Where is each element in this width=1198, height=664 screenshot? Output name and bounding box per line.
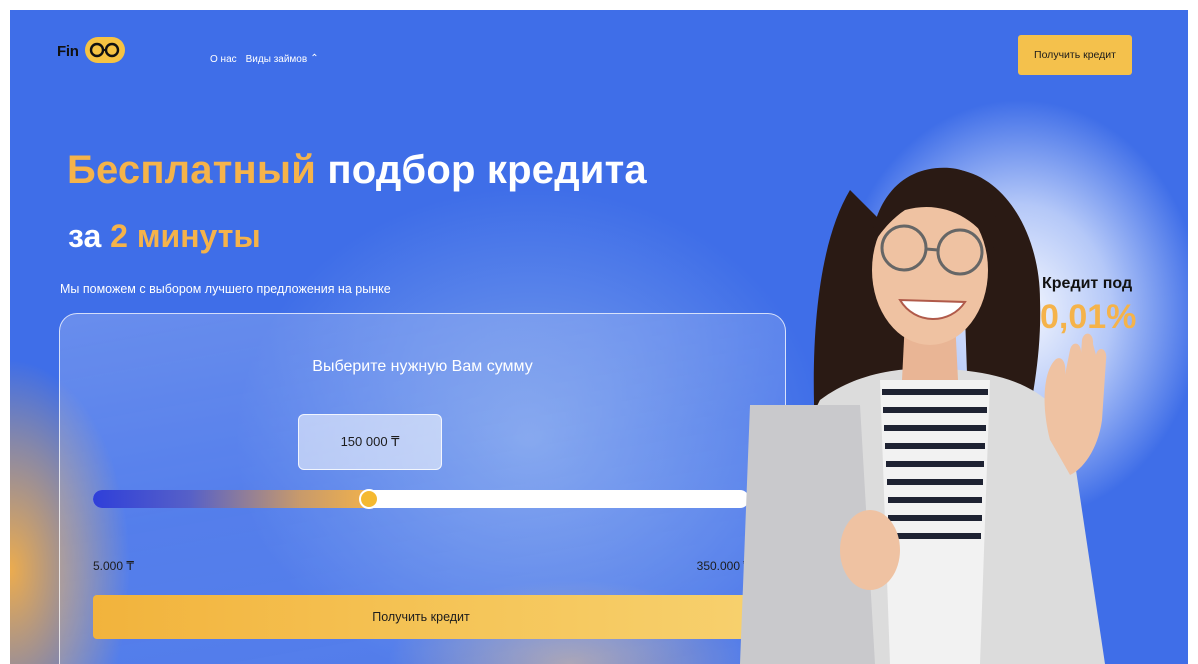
calculator-title: Выберите нужную Вам сумму <box>312 358 533 375</box>
title-rest: подбор кредита <box>327 148 647 192</box>
logo-text: Fin <box>57 43 79 60</box>
amount-slider-fill <box>93 490 369 508</box>
amount-display[interactable]: 150 000 ₸ <box>298 414 442 470</box>
page-title: Бесплатный подбор кредита <box>67 148 647 193</box>
logo[interactable]: Fin <box>57 37 127 65</box>
hero-description: Мы поможем с выбором лучшего предложения… <box>60 282 391 296</box>
promo-rate: 0,01% <box>1040 298 1137 336</box>
loan-calculator-card: Выберите нужную Вам сумму 150 000 ₸ 5.00… <box>59 313 786 664</box>
subtitle-accent: 2 минуты <box>110 218 261 254</box>
nav-link-loan-types[interactable]: Виды займов ⌃ <box>245 53 319 65</box>
slider-min-label: 5.000 ₸ <box>93 559 134 573</box>
header-get-credit-button[interactable]: Получить кредит <box>1018 35 1132 75</box>
main-nav: О нас Виды займов ⌃ <box>210 53 319 65</box>
hero-section: Fin О нас Виды займов ⌃ Получить кредит Б… <box>10 10 1188 664</box>
chevron-down-icon[interactable]: ⌃ <box>310 53 318 64</box>
get-credit-button[interactable]: Получить кредит <box>93 595 749 639</box>
title-accent: Бесплатный <box>67 148 317 192</box>
page-subtitle: за 2 минуты <box>68 218 261 255</box>
nav-link-loan-types-label: Виды займов <box>245 54 308 65</box>
amount-slider-thumb[interactable] <box>358 489 379 509</box>
woman-photo <box>740 167 1107 664</box>
promo-label: Кредит под <box>1042 275 1133 292</box>
nav-link-about[interactable]: О нас <box>210 54 237 65</box>
amount-slider-track[interactable] <box>93 490 749 508</box>
glasses-icon <box>89 42 120 58</box>
subtitle-prefix: за <box>68 218 102 254</box>
